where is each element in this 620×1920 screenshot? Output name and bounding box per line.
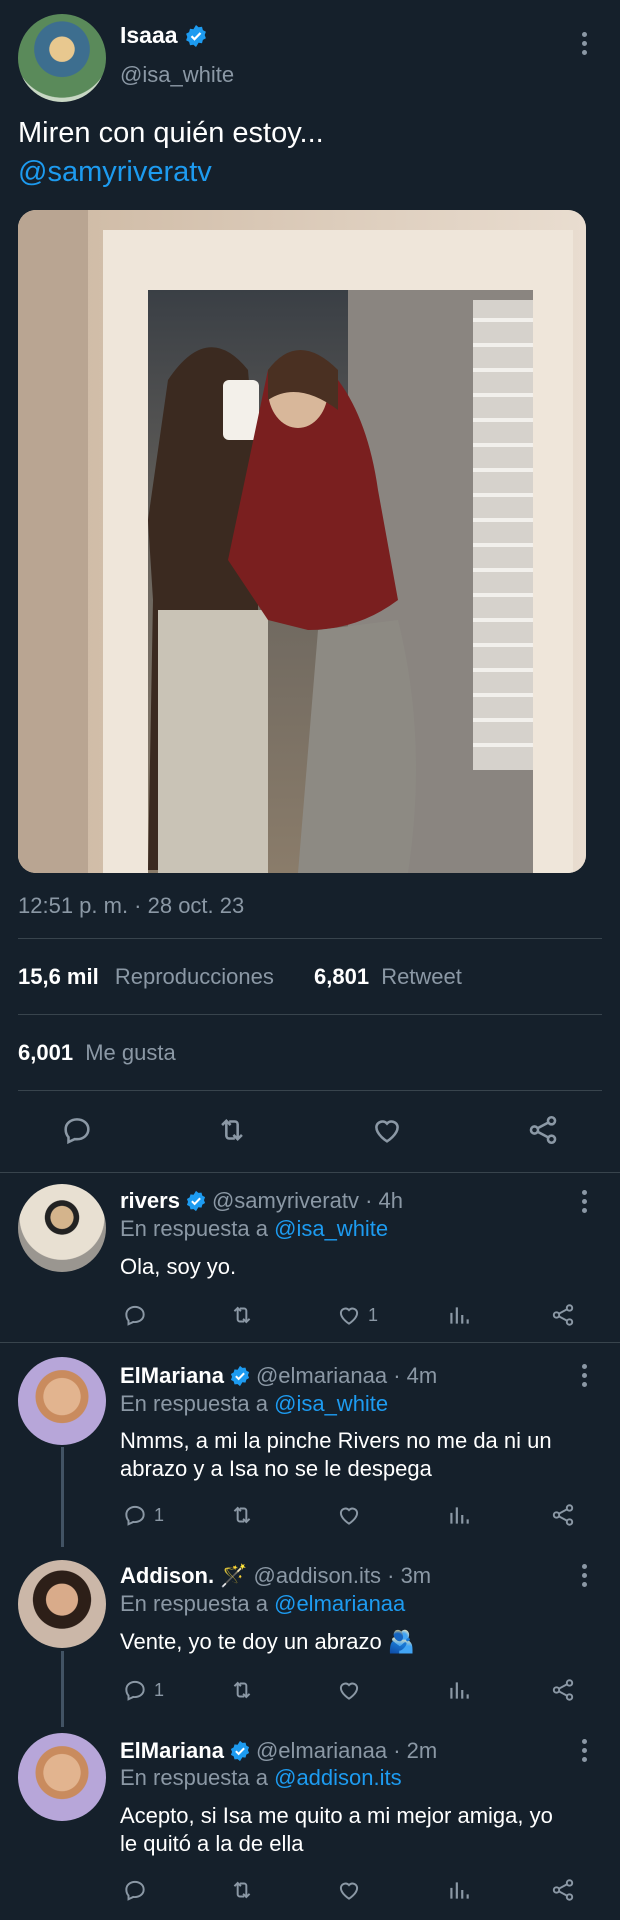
verified-badge-icon [229,1365,251,1387]
reply-text-line2: le quitó a la de ella [120,1831,304,1856]
magic-wand-emoji: 🪄 [220,1563,248,1588]
reply-context-prefix: En respuesta a [120,1591,268,1616]
likes-stat[interactable]: 6,001 Me gusta [18,1040,176,1066]
reply-context-prefix: En respuesta a [120,1391,268,1416]
reply-icon[interactable]: 1 [122,1677,164,1703]
author-name: Isaaa [120,22,178,48]
verified-badge-icon [229,1740,251,1762]
reply-icon[interactable]: 1 [122,1502,164,1528]
reply-avatar[interactable] [18,1733,106,1821]
reply-count: 1 [154,1504,165,1525]
mirror-selfie-image [18,210,586,873]
thread-line [61,1651,64,1727]
reply-avatar[interactable] [18,1184,106,1272]
retweet-icon[interactable] [228,1502,256,1528]
thread-line [61,1447,64,1547]
reply-author-name[interactable]: ElMariana [120,1738,224,1764]
reply-avatar[interactable] [18,1357,106,1445]
retweet-icon[interactable] [228,1877,256,1903]
reply-header: ElMariana @elmarianaa · 2m [120,1738,437,1764]
analytics-icon[interactable] [446,1877,472,1903]
analytics-icon[interactable] [446,1502,472,1528]
divider [0,1172,620,1173]
divider [0,1342,620,1343]
more-options-icon[interactable] [581,1739,587,1762]
reply-context: En respuesta a @addison.its [120,1765,402,1791]
reply-context: En respuesta a @isa_white [120,1216,388,1242]
share-icon[interactable] [526,1113,560,1147]
tweet-photo[interactable] [18,210,586,873]
reply-context-mention[interactable]: @isa_white [274,1391,388,1416]
divider [18,938,602,939]
analytics-icon[interactable] [446,1302,472,1328]
reply-context: En respuesta a @elmarianaa [120,1591,405,1617]
share-icon[interactable] [550,1502,576,1528]
like-icon[interactable] [336,1677,368,1703]
share-icon[interactable] [550,1877,576,1903]
reply-context-prefix: En respuesta a [120,1765,268,1790]
tweet-text: Miren con quién estoy... [18,117,324,149]
more-options-icon[interactable] [581,1564,587,1587]
more-options-icon[interactable] [581,1190,587,1213]
reply-author-name[interactable]: Addison. [120,1563,214,1589]
like-icon[interactable] [336,1877,368,1903]
reply-header: ElMariana @elmarianaa · 4m [120,1363,437,1389]
reply-context-mention[interactable]: @addison.its [274,1765,402,1790]
verified-badge-icon [185,1190,207,1212]
retweet-icon[interactable] [228,1677,256,1703]
likes-label: Me gusta [85,1040,176,1065]
retweet-label: Retweet [381,964,462,989]
views-count: 15,6 mil [18,964,99,989]
reply-handle-time: @elmarianaa · 4m [255,1363,438,1388]
tweet-timestamp: 12:51 p. m. · 28 oct. 23 [18,893,245,918]
reply-context: En respuesta a @isa_white [120,1391,388,1417]
reply-context-mention[interactable]: @elmarianaa [274,1591,405,1616]
share-icon[interactable] [550,1302,576,1328]
reply-handle-time: @addison.its · 3m [253,1563,432,1588]
reply-avatar[interactable] [18,1560,106,1648]
retweet-icon[interactable] [214,1113,250,1147]
likes-count: 6,001 [18,1040,74,1065]
retweet-icon[interactable] [228,1302,256,1328]
author-avatar[interactable] [18,14,106,102]
reply-icon[interactable] [122,1877,154,1903]
share-icon[interactable] [550,1677,576,1703]
author-name-row[interactable]: Isaaa [120,22,208,49]
like-icon[interactable] [370,1113,404,1147]
reply-count: 1 [154,1679,165,1700]
reply-text: Vente, yo te doy un abrazo 🫂 [120,1629,416,1654]
reply-icon[interactable] [122,1302,154,1328]
more-options-icon[interactable] [581,32,587,55]
reply-handle-time: @samyriveratv · 4h [211,1188,403,1213]
author-handle[interactable]: @isa_white [120,62,234,88]
more-options-icon[interactable] [581,1364,587,1387]
reply-text-line1: Acepto, si Isa me quito a mi mejor amiga… [120,1803,553,1828]
reply-text: Ola, soy yo. [120,1254,237,1279]
divider [18,1090,602,1091]
views-label: Reproducciones [114,964,274,989]
reply-header: Addison. 🪄 @addison.its · 3m [120,1563,431,1589]
reply-author-name[interactable]: ElMariana [120,1363,224,1389]
reply-header: rivers @samyriveratv · 4h [120,1188,403,1214]
like-count: 1 [368,1304,379,1325]
verified-badge-icon [184,24,208,48]
reply-handle-time: @elmarianaa · 2m [255,1738,438,1763]
divider [18,1014,602,1015]
reply-icon[interactable] [60,1113,94,1147]
reply-text-line2: abrazo y a Isa no se le despega [120,1456,432,1481]
like-icon[interactable]: 1 [336,1302,378,1328]
tweet-mention-link[interactable]: @samyriveratv [18,156,212,189]
views-stat[interactable]: 15,6 mil Reproducciones [18,964,274,990]
retweets-stat[interactable]: 6,801 Retweet [314,964,462,990]
retweet-count: 6,801 [314,964,370,989]
analytics-icon[interactable] [446,1677,472,1703]
reply-context-prefix: En respuesta a [120,1216,268,1241]
reply-text-line1: Nmms, a mi la pinche Rivers no me da ni … [120,1428,552,1453]
reply-context-mention[interactable]: @isa_white [274,1216,388,1241]
like-icon[interactable] [336,1502,368,1528]
reply-author-name[interactable]: rivers [120,1188,180,1214]
